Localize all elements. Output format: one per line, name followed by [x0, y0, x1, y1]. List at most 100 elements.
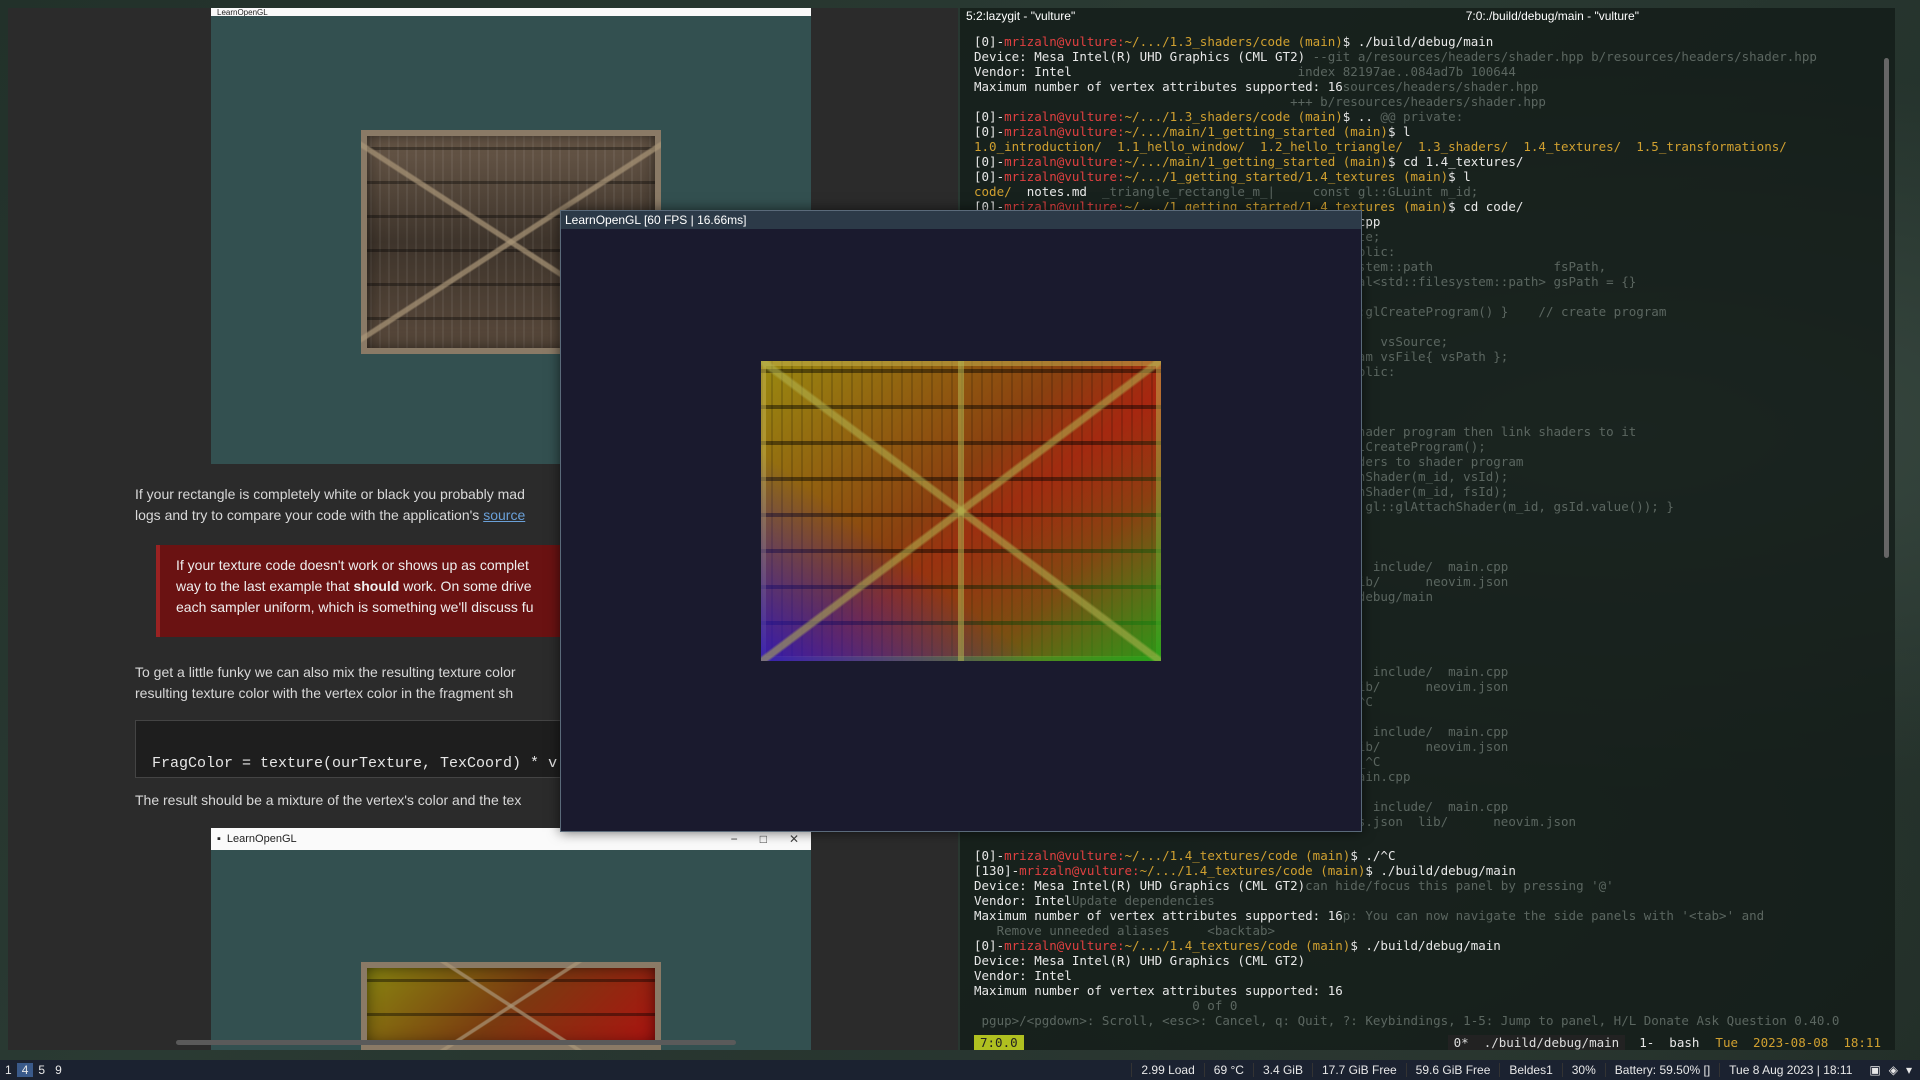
screenshot-learnopengl-bottom: ▪ LearnOpenGL − □ ✕ [211, 828, 811, 1050]
background-pane-text: p: You can now navigate the side panels … [1342, 908, 1765, 923]
prompt-branch: (main) [1335, 154, 1388, 169]
stat-item: 59.6 GiB Free [1405, 1063, 1500, 1077]
terminal-line: pgup>/<pgdown>: Scroll, <esc>: Cancel, q… [974, 1013, 1875, 1028]
workspace-9[interactable]: 9 [50, 1063, 67, 1077]
network-icon[interactable]: ◈ [1889, 1063, 1898, 1077]
para1-line2-text: logs and try to compare your code with t… [135, 507, 484, 523]
prompt-path: ~/.../main/1_getting_started [1124, 124, 1336, 139]
directory-listing: 1.0_introduction/ 1.1_hello_window/ 1.2_… [974, 139, 1787, 154]
terminal-line: +++ b/resources/headers/shader.hpp [974, 94, 1875, 109]
window-controls: − □ ✕ [731, 832, 811, 846]
terminal-line: [0]-mrizaln@vulture:~/.../main/1_getting… [974, 124, 1875, 139]
workspace-4[interactable]: 4 [16, 1063, 34, 1077]
prompt-branch: (main) [1335, 124, 1388, 139]
prompt-user: mrizaln@vulture: [1004, 169, 1125, 184]
screenshot-title-bottom: LearnOpenGL [226, 833, 297, 845]
system-statusbar: 1459 2.99 Load 69 °C 3.4 GiB 17.7 GiB Free 5… [0, 1060, 1920, 1080]
warn-line1: If your texture code doesn't work or sho… [176, 557, 529, 573]
tinted-crate-image [361, 962, 661, 1050]
terminal-line: 0 of 0 [974, 998, 1875, 1013]
output-text: Device: Mesa Intel(R) UHD Graphics (CML … [974, 878, 1306, 893]
stat-item: 17.7 GiB Free [1311, 1063, 1406, 1077]
warn-line3: each sampler uniform, which is something… [176, 599, 534, 615]
tmux-bash-window[interactable]: 1- bash [1625, 1035, 1699, 1050]
terminal-line: Maximum number of vertex attributes supp… [974, 983, 1875, 998]
prompt-status: [0]- [974, 34, 1005, 49]
para1-line2: logs and try to compare your code with t… [135, 505, 575, 526]
stat-item: Beldes1 [1499, 1063, 1561, 1077]
terminal-line: [130]-mrizaln@vulture:~/.../1.4_textures… [974, 863, 1875, 878]
background-pane-text: _triangle_rectangle_m_| const gl::GLuint… [1086, 184, 1479, 199]
background-pane-text: index 82197ae..084ad7b 100644 [1071, 64, 1516, 79]
terminal-line: Vendor: Intel index 82197ae..084ad7b 100… [974, 64, 1875, 79]
prompt-branch: (main) [1290, 109, 1343, 124]
warn-line2-pre: way to the last example that [176, 578, 354, 594]
prompt-status: [0]- [974, 124, 1005, 139]
warn-line2: way to the last example that should work… [176, 576, 586, 597]
code-line: FragColor = texture(ourTexture, TexCoord… [152, 755, 558, 772]
screenshot-title: LearnOpenGL [217, 8, 268, 16]
terminal-scrollbar[interactable] [1884, 58, 1889, 558]
background-pane-text: @@ private: [1372, 109, 1464, 124]
command-text: $ .. [1342, 109, 1373, 124]
terminal-line: Remove unneeded aliases <backtab> [974, 923, 1875, 938]
terminal-line: Maximum number of vertex attributes supp… [974, 79, 1875, 94]
prompt-status: [0]- [974, 938, 1005, 953]
terminal-line: Device: Mesa Intel(R) UHD Graphics (CML … [974, 878, 1875, 893]
command-text: $ ./build/debug/main [1342, 34, 1494, 49]
chevron-down-icon[interactable]: ▾ [1906, 1063, 1912, 1077]
system-tray: ▣ ◈ ▾ [1861, 1063, 1920, 1077]
close-icon: ✕ [788, 832, 799, 846]
background-pane-text: 0 of 0 [974, 998, 1238, 1013]
command-text: $ l [1387, 124, 1411, 139]
code-block: FragColor = texture(ourTexture, TexCoord… [135, 720, 585, 778]
stat-item: 2.99 Load [1131, 1063, 1203, 1077]
background-pane-text: Remove unneeded aliases <backtab> [974, 923, 1276, 938]
paragraph-3: The result should be a mixture of the ve… [135, 790, 575, 811]
source-link[interactable]: source [483, 507, 525, 523]
prompt-path: ~/.../1.3_shaders/code [1124, 109, 1291, 124]
screenshot-titlebar: LearnOpenGL [211, 8, 811, 16]
background-pane-text: Update dependencies [1071, 893, 1215, 908]
workspace-5[interactable]: 5 [33, 1063, 50, 1077]
terminal-line: Vendor: Intel [974, 968, 1875, 983]
horizontal-scrollbar[interactable] [176, 1040, 736, 1045]
tmux-datetime: Tue 2023-08-08 18:11 [1715, 1035, 1881, 1050]
terminal-line: code/ notes.md _triangle_rectangle_m_| c… [974, 184, 1875, 199]
prompt-status: [0]- [974, 109, 1005, 124]
stat-item: 30% [1561, 1063, 1605, 1077]
prompt-path: ~/.../1.4_textures/code [1139, 863, 1313, 878]
background-pane-text: --git a/resources/headers/shader.hpp b/r… [1305, 49, 1817, 64]
opengl-window-title: LearnOpenGL [60 FPS | 16.66ms] [561, 211, 1361, 229]
opengl-window[interactable]: LearnOpenGL [60 FPS | 16.66ms] [560, 210, 1362, 832]
terminal-output-lower: [0]-mrizaln@vulture:~/.../1.4_textures/c… [974, 848, 1875, 1028]
prompt-status: [0]- [974, 848, 1005, 863]
command-text: $ l [1448, 169, 1471, 184]
output-text: Maximum number of vertex attributes supp… [974, 908, 1343, 923]
prompt-status: [0]- [974, 169, 1005, 184]
tmux-window-index[interactable]: 7:0.0 [974, 1035, 1024, 1050]
para2-line1: To get a little funky we can also mix th… [135, 664, 516, 680]
command-text: $ ./^C [1350, 848, 1396, 863]
terminal-line: [0]-mrizaln@vulture:~/.../1.4_textures/c… [974, 848, 1875, 863]
prompt-status: [0]- [974, 154, 1005, 169]
prompt-branch: (main) [1290, 34, 1343, 49]
command-text: $ ./build/debug/main [1350, 938, 1501, 953]
background-pane-text: pgup>/<pgdown>: Scroll, <esc>: Cancel, q… [974, 1013, 1840, 1028]
workspace-list: 1459 [0, 1063, 67, 1077]
para1-line1: If your rectangle is completely white or… [135, 486, 525, 502]
workspace-1[interactable]: 1 [0, 1063, 17, 1077]
terminal-line: Device: Mesa Intel(R) UHD Graphics (CML … [974, 49, 1875, 64]
stat-item: Battery: 59.50% [] [1604, 1063, 1719, 1077]
tray-icon[interactable]: ▣ [1869, 1063, 1880, 1077]
terminal-line: Maximum number of vertex attributes supp… [974, 908, 1875, 923]
background-pane-text: can hide/focus this panel by pressing '@… [1305, 878, 1614, 893]
tmux-current-window[interactable]: 0* ./build/debug/main [1447, 1035, 1626, 1050]
prompt-path: ~/.../1.4_textures/code [1124, 848, 1298, 863]
command-text: $ cd 1.4_textures/ [1387, 154, 1524, 169]
prompt-user: mrizaln@vulture: [1004, 848, 1125, 863]
terminal-line: [0]-mrizaln@vulture:~/.../1.3_shaders/co… [974, 34, 1875, 49]
pane-title-left: 5:2:lazygit - "vulture" [966, 9, 1076, 23]
terminal-line: 1.0_introduction/ 1.1_hello_window/ 1.2_… [974, 139, 1875, 154]
prompt-branch: (main) [1395, 169, 1449, 184]
